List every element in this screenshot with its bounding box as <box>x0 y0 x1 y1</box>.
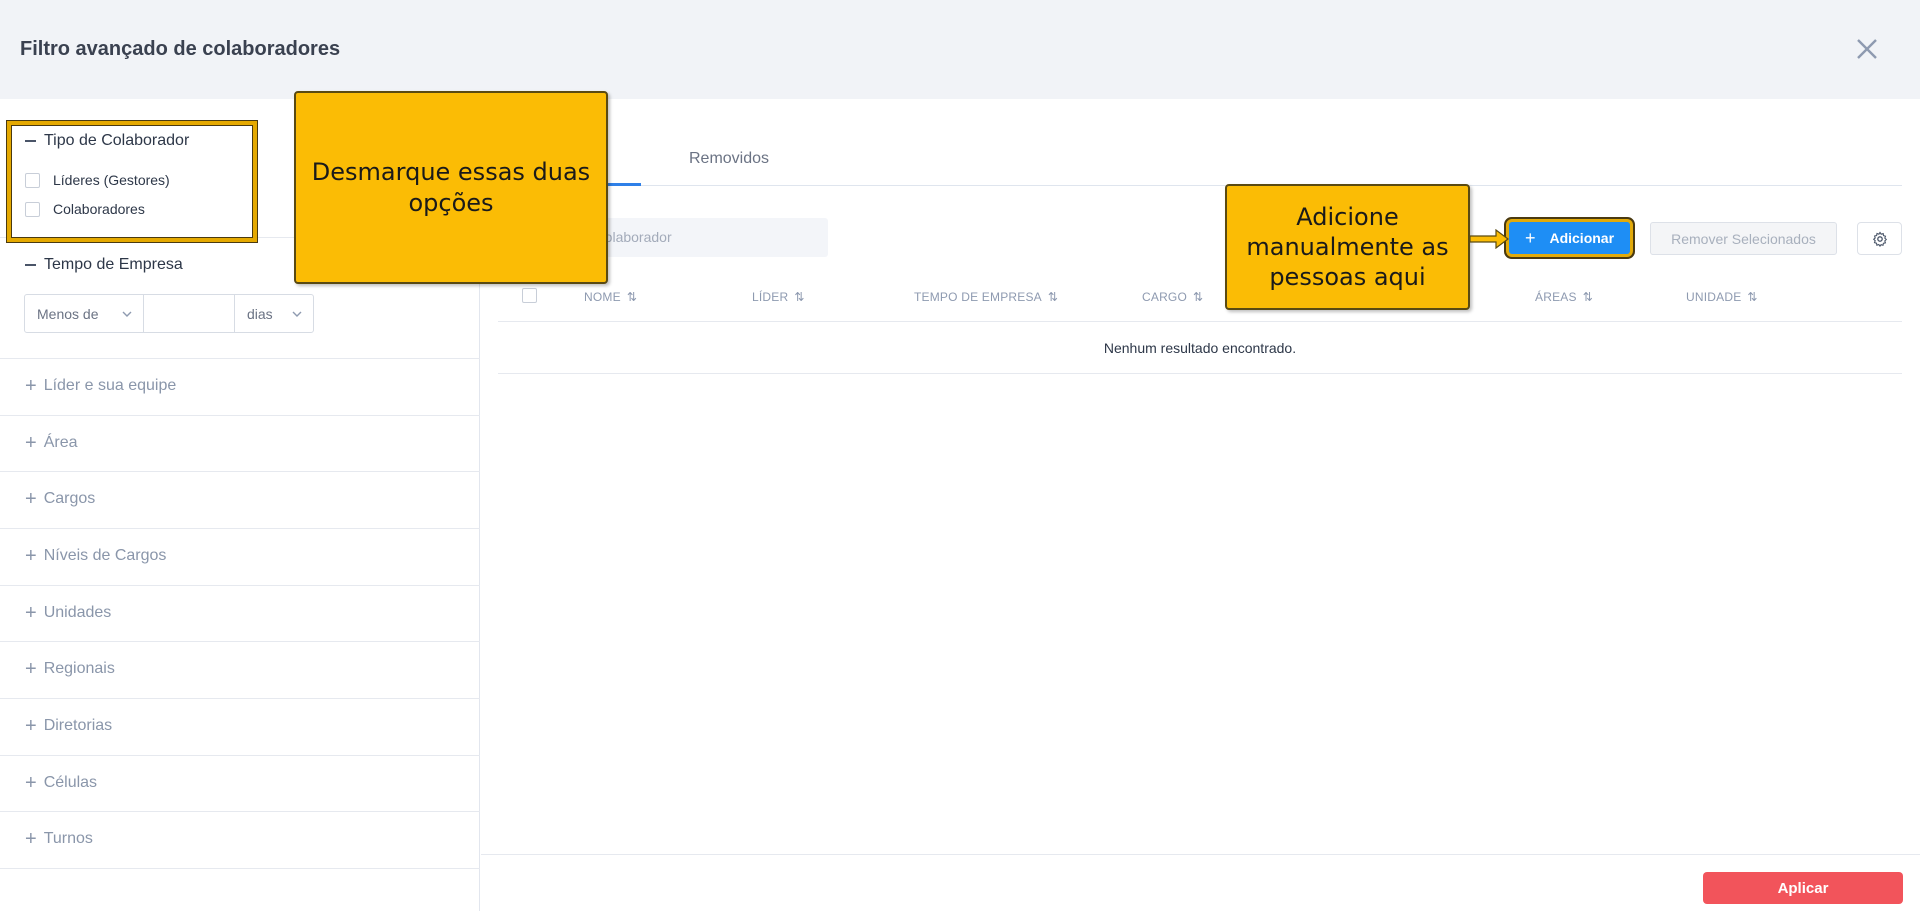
sort-icon: ⇅ <box>1582 290 1593 304</box>
plus-icon: + <box>25 545 37 567</box>
page: Filtro avançado de colaboradores Tipo de… <box>0 0 1920 911</box>
annotation-arrow-icon <box>1470 229 1509 249</box>
settings-button[interactable] <box>1857 222 1902 255</box>
divider <box>0 415 480 416</box>
section-niveis-cargos[interactable]: + Níveis de Cargos <box>25 546 166 566</box>
remove-selected-button[interactable]: Remover Selecionados <box>1650 222 1837 255</box>
divider <box>0 585 480 586</box>
column-header-cargo[interactable]: CARGO ⇅ <box>1142 290 1203 304</box>
section-title: Tempo de Empresa <box>44 256 183 273</box>
divider <box>0 811 480 812</box>
plus-icon: + <box>25 658 37 680</box>
add-button-label: Adicionar <box>1549 230 1615 246</box>
unit-value: dias <box>247 305 273 322</box>
section-unidades[interactable]: + Unidades <box>25 603 111 623</box>
remove-selected-label: Remover Selecionados <box>1671 230 1816 247</box>
section-title: Regionais <box>43 660 115 677</box>
column-label: ÁREAS <box>1535 290 1577 304</box>
plus-icon: + <box>1524 227 1536 248</box>
column-header-areas[interactable]: ÁREAS ⇅ <box>1535 290 1593 304</box>
section-title: Diretorias <box>43 717 113 734</box>
section-title: Células <box>43 774 98 791</box>
comparator-value: Menos de <box>37 305 99 322</box>
callout-text: Desmarque essas duas opções <box>311 157 591 217</box>
empty-state-message: Nenhum resultado encontrado. <box>498 323 1902 374</box>
column-header-unidade[interactable]: UNIDADE ⇅ <box>1686 290 1758 304</box>
sort-icon: ⇅ <box>1747 290 1758 304</box>
section-celulas[interactable]: + Células <box>25 773 97 793</box>
sort-icon: ⇅ <box>794 290 805 304</box>
plus-icon: + <box>25 375 37 397</box>
close-button[interactable] <box>1852 34 1882 64</box>
section-title: Cargos <box>43 490 96 507</box>
modal-header: Filtro avançado de colaboradores <box>0 0 1920 99</box>
section-regionais[interactable]: + Regionais <box>25 659 115 679</box>
divider <box>0 698 480 699</box>
column-label: UNIDADE <box>1686 290 1742 304</box>
chevron-down-icon <box>292 311 302 317</box>
plus-icon: + <box>25 715 37 737</box>
column-label: TEMPO DE EMPRESA <box>914 290 1042 304</box>
minus-icon <box>25 264 36 266</box>
annotation-callout-uncheck: Desmarque essas duas opções <box>294 91 608 284</box>
chevron-down-icon <box>122 311 132 317</box>
section-lider-equipe[interactable]: + Líder e sua equipe <box>25 376 176 396</box>
tab-bar: es Removidos <box>498 136 1902 186</box>
divider <box>0 755 480 756</box>
tempo-value-input[interactable] <box>144 294 234 333</box>
column-header-tempo[interactable]: TEMPO DE EMPRESA ⇅ <box>914 290 1058 304</box>
section-title: Níveis de Cargos <box>43 547 167 564</box>
plus-icon: + <box>25 828 37 850</box>
section-tempo-empresa[interactable]: Tempo de Empresa <box>25 256 183 274</box>
section-title: Turnos <box>43 830 93 847</box>
divider <box>0 358 480 359</box>
column-label: CARGO <box>1142 290 1188 304</box>
apply-button[interactable]: Aplicar <box>1703 872 1903 904</box>
section-diretorias[interactable]: + Diretorias <box>25 716 112 736</box>
comparator-select[interactable]: Menos de <box>24 294 144 333</box>
select-all-checkbox[interactable] <box>522 288 537 303</box>
apply-button-label: Aplicar <box>1777 879 1829 897</box>
section-title: Área <box>43 434 78 451</box>
divider <box>0 868 480 869</box>
annotation-highlight-box <box>7 121 257 242</box>
close-icon <box>1857 39 1877 59</box>
add-button[interactable]: + Adicionar <box>1509 222 1630 254</box>
annotation-callout-add: Adicione manualmente as pessoas aqui <box>1225 184 1470 310</box>
section-title: Unidades <box>43 604 112 621</box>
section-cargos[interactable]: + Cargos <box>25 489 95 509</box>
plus-icon: + <box>25 488 37 510</box>
plus-icon: + <box>25 772 37 794</box>
sort-icon: ⇅ <box>1193 290 1204 304</box>
divider <box>0 528 480 529</box>
gear-icon <box>1872 231 1887 247</box>
tab-removidos[interactable]: Removidos <box>689 150 769 168</box>
page-title: Filtro avançado de colaboradores <box>20 38 341 60</box>
unit-select[interactable]: dias <box>234 294 314 333</box>
table-header: NOME ⇅ LÍDER ⇅ TEMPO DE EMPRESA ⇅ CARGO ⇅ ÁR… <box>498 278 1902 322</box>
plus-icon: + <box>25 432 37 454</box>
column-header-lider[interactable]: LÍDER ⇅ <box>752 290 805 304</box>
plus-icon: + <box>25 602 37 624</box>
sort-icon: ⇅ <box>626 290 638 304</box>
divider <box>0 471 480 472</box>
divider <box>0 641 480 642</box>
column-label: NOME <box>584 290 621 304</box>
section-turnos[interactable]: + Turnos <box>25 829 93 849</box>
column-header-nome[interactable]: NOME ⇅ <box>584 290 637 304</box>
sort-icon: ⇅ <box>1047 290 1059 304</box>
tempo-empresa-inputs: Menos de dias <box>24 294 314 333</box>
section-area[interactable]: + Área <box>25 433 77 453</box>
section-title: Líder e sua equipe <box>43 377 177 394</box>
callout-text: Adicione manualmente as pessoas aqui <box>1246 203 1449 291</box>
column-label: LÍDER <box>752 290 789 304</box>
